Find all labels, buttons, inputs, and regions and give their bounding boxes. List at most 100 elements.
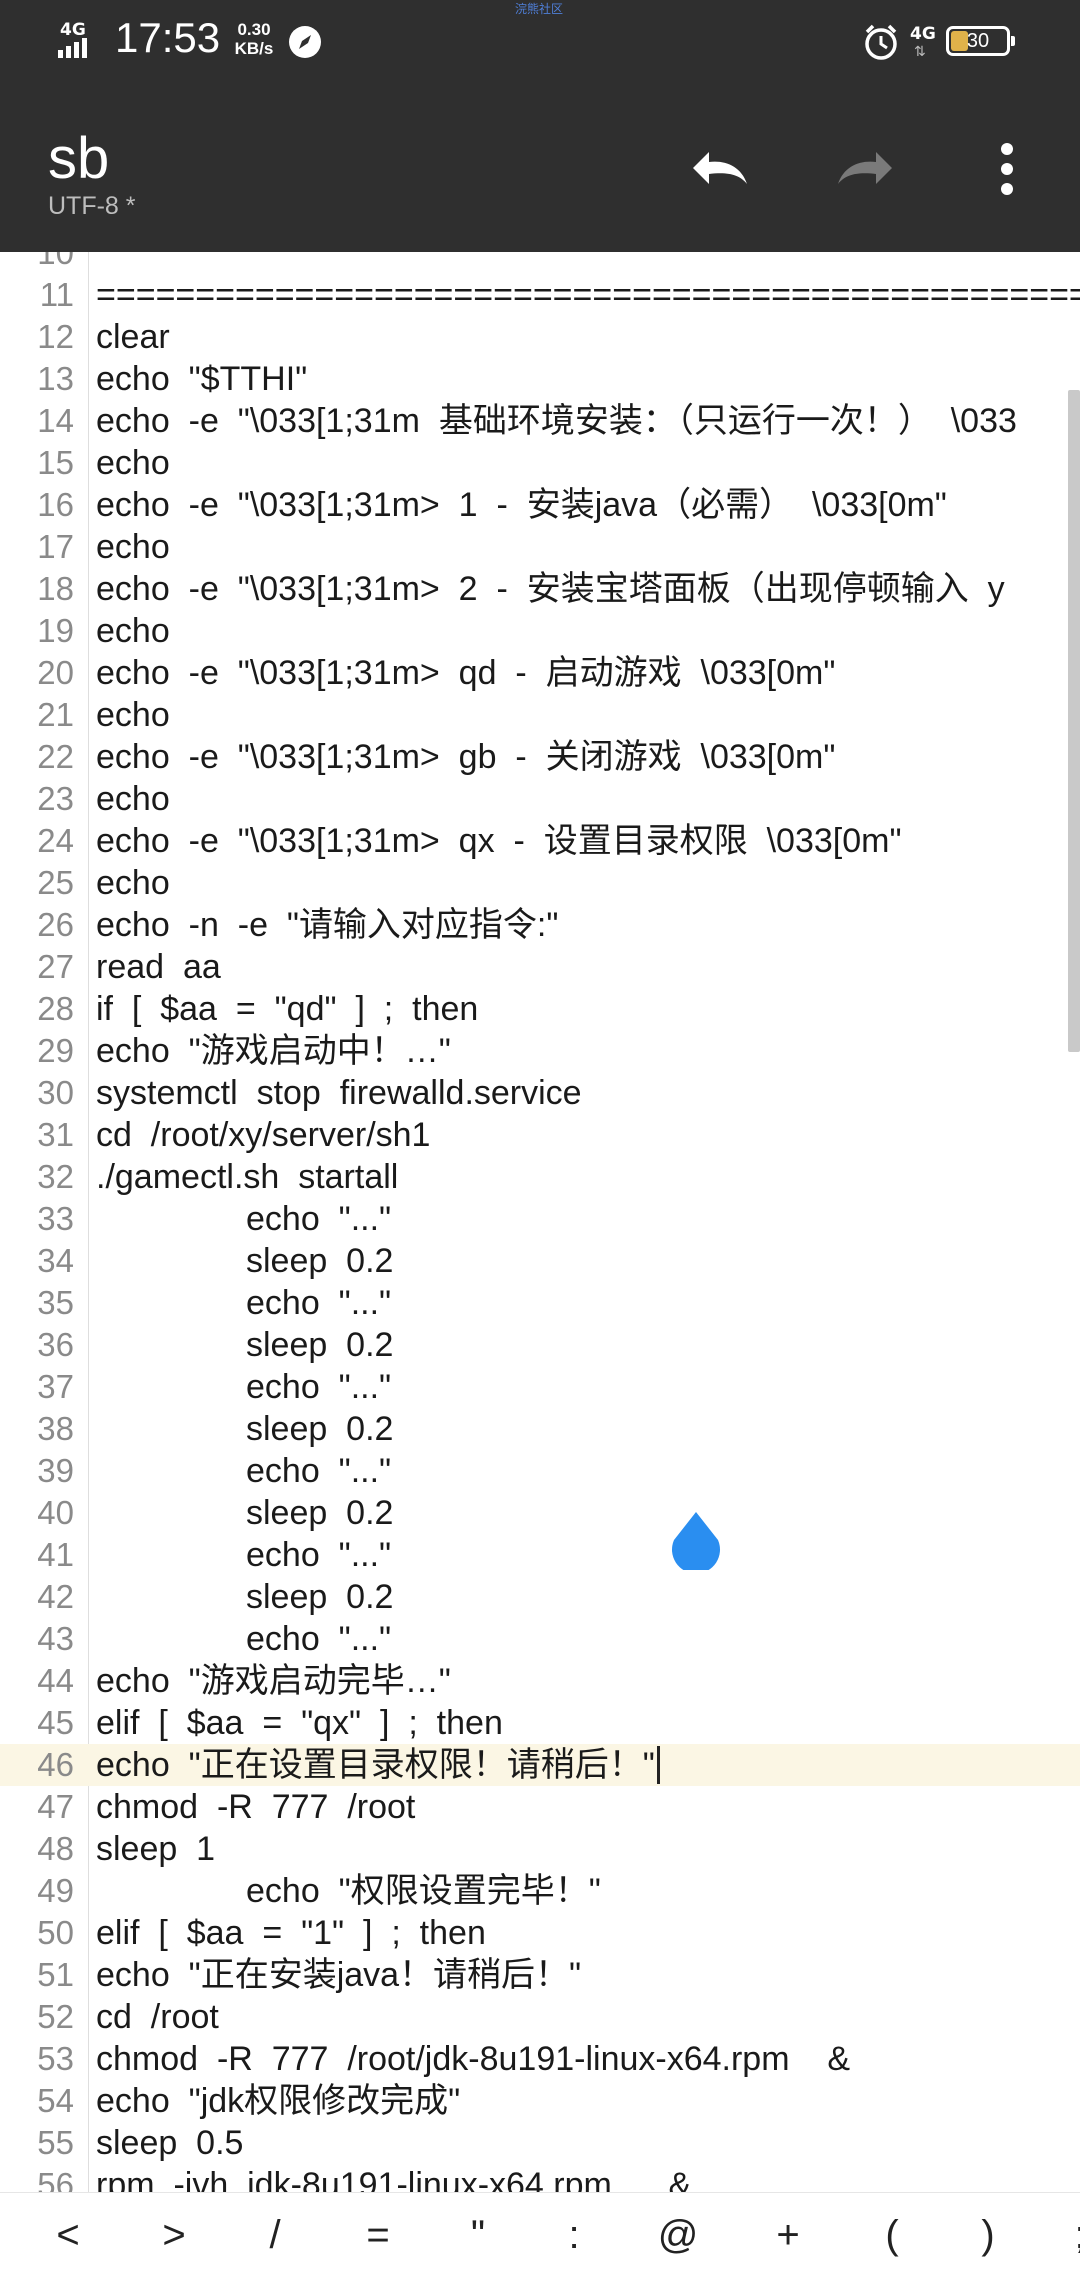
code-line[interactable]: 25 echo — [0, 862, 1080, 904]
code-line[interactable]: 17 echo — [0, 526, 1080, 568]
code-line[interactable]: 36 sleep 0.2 — [0, 1324, 1080, 1366]
line-text: systemctl stop firewalld.service — [96, 1074, 582, 1112]
code-line[interactable]: 29 echo "游戏启动中！…" — [0, 1030, 1080, 1072]
line-text: echo "..." — [246, 1284, 392, 1322]
code-line[interactable]: 47 chmod -R 777 /root — [0, 1786, 1080, 1828]
line-text: echo "jdk权限修改完成" — [96, 2082, 461, 2120]
code-line[interactable]: 24 echo -e "\033[1;31m> qx - 设置目录权限 \033[… — [0, 820, 1080, 862]
code-line[interactable]: 20 echo -e "\033[1;31m> qd - 启动游戏 \033[0m… — [0, 652, 1080, 694]
current-code-line[interactable]: 46 echo "正在设置目录权限！请稍后！" — [0, 1744, 1080, 1786]
code-line[interactable]: 54 echo "jdk权限修改完成" — [0, 2080, 1080, 2122]
line-text: sleep 0.2 — [246, 1326, 394, 1364]
undo-button[interactable] — [675, 124, 765, 214]
code-line[interactable]: 30 systemctl stop firewalld.service — [0, 1072, 1080, 1114]
cellular-signal-icon: 4G — [58, 20, 104, 62]
network-type-right-icon: 4G ⇅ — [908, 24, 942, 60]
code-line[interactable]: 40 sleep 0.2 — [0, 1492, 1080, 1534]
code-line[interactable]: 15 echo — [0, 442, 1080, 484]
file-encoding: UTF-8 * — [48, 192, 136, 220]
code-line[interactable]: 34 sleep 0.2 — [0, 1240, 1080, 1282]
line-number: 11 — [39, 276, 74, 313]
line-text: ========================================… — [96, 276, 1080, 314]
code-line[interactable]: 19 echo — [0, 610, 1080, 652]
code-line[interactable]: 22 echo -e "\033[1;31m> gb - 关闭游戏 \033[0m… — [0, 736, 1080, 778]
line-text: cd /root — [96, 1998, 219, 2036]
network-speed-value: 0.30 — [237, 20, 271, 39]
code-line[interactable]: 33 echo "..." — [0, 1198, 1080, 1240]
line-number: 56 — [37, 2166, 74, 2192]
code-line[interactable]: 51 echo "正在安装java！请稍后！" — [0, 1954, 1080, 1996]
symbol-key[interactable]: = — [343, 2193, 413, 2280]
code-line[interactable]: 50 elif [ $aa = "1" ] ; then — [0, 1912, 1080, 1954]
symbol-key[interactable]: " — [443, 2193, 513, 2280]
code-line[interactable]: 11 ======================================… — [0, 274, 1080, 316]
code-line[interactable]: 13 echo "$TTHI" — [0, 358, 1080, 400]
line-text: echo — [96, 696, 170, 734]
line-number: 47 — [37, 1788, 74, 1825]
line-text: echo "$TTHI" — [96, 360, 308, 398]
code-line[interactable]: 37 echo "..." — [0, 1366, 1080, 1408]
code-line[interactable]: 21 echo — [0, 694, 1080, 736]
code-line[interactable]: 10 — [0, 252, 1080, 274]
code-line[interactable]: 42 sleep 0.2 — [0, 1576, 1080, 1618]
line-number: 44 — [37, 1662, 74, 1699]
code-line[interactable]: 55 sleep 0.5 — [0, 2122, 1080, 2164]
symbol-key[interactable]: / — [240, 2193, 310, 2280]
line-number: 52 — [37, 1998, 74, 2035]
code-line[interactable]: 23 echo — [0, 778, 1080, 820]
code-line[interactable]: 32 ./gamectl.sh startall — [0, 1156, 1080, 1198]
code-line[interactable]: 26 echo -n -e "请输入对应指令:" — [0, 904, 1080, 946]
code-line[interactable]: 35 echo "..." — [0, 1282, 1080, 1324]
line-text: read aa — [96, 948, 221, 986]
line-number: 21 — [37, 696, 74, 733]
code-line[interactable]: 44 echo "游戏启动完毕…" — [0, 1660, 1080, 1702]
line-text: sleep 0.2 — [246, 1578, 394, 1616]
code-editor[interactable]: 10 11 ====================================… — [0, 252, 1080, 2192]
symbol-key[interactable]: ; — [1045, 2193, 1080, 2280]
vertical-scrollbar[interactable] — [1068, 390, 1080, 1052]
code-line[interactable]: 49 echo "权限设置完毕！" — [0, 1870, 1080, 1912]
line-text: echo -n -e "请输入对应指令:" — [96, 906, 559, 944]
symbol-key[interactable]: ( — [857, 2193, 927, 2280]
symbol-key[interactable]: @ — [643, 2193, 713, 2280]
symbol-key[interactable]: : — [539, 2193, 609, 2280]
redo-button[interactable] — [820, 124, 910, 214]
symbol-key[interactable]: < — [33, 2193, 103, 2280]
line-number: 48 — [37, 1830, 74, 1867]
code-line[interactable]: 53 chmod -R 777 /root/jdk-8u191-linux-x64… — [0, 2038, 1080, 2080]
code-line[interactable]: 18 echo -e "\033[1;31m> 2 - 安装宝塔面板（出现停顿输入… — [0, 568, 1080, 610]
text-cursor-handle[interactable] — [666, 1510, 726, 1574]
symbol-key[interactable]: + — [753, 2193, 823, 2280]
line-number: 38 — [37, 1410, 74, 1447]
line-text: sleep 1 — [96, 1830, 216, 1868]
code-line[interactable]: 14 echo -e "\033[1;31m 基础环境安装：（只运行一次！） \0… — [0, 400, 1080, 442]
code-line[interactable]: 28 if [ $aa = "qd" ] ; then — [0, 988, 1080, 1030]
line-text: echo -e "\033[1;31m> qd - 启动游戏 \033[0m" — [96, 654, 836, 692]
line-number: 32 — [37, 1158, 74, 1195]
line-text: if [ $aa = "qd" ] ; then — [96, 990, 479, 1028]
network-type-right: 4G — [910, 24, 936, 44]
symbol-key[interactable]: ) — [953, 2193, 1023, 2280]
code-line[interactable]: 52 cd /root — [0, 1996, 1080, 2038]
code-line[interactable]: 41 echo "..." — [0, 1534, 1080, 1576]
text-caret — [657, 1746, 660, 1784]
line-number: 45 — [37, 1704, 74, 1741]
line-text: rpm -ivh jdk-8u191-linux-x64.rpm & — [96, 2166, 692, 2192]
code-line[interactable]: 16 echo -e "\033[1;31m> 1 - 安装java（必需） \0… — [0, 484, 1080, 526]
code-line[interactable]: 31 cd /root/xy/server/sh1 — [0, 1114, 1080, 1156]
code-line[interactable]: 45 elif [ $aa = "qx" ] ; then — [0, 1702, 1080, 1744]
code-line[interactable]: 43 echo "..." — [0, 1618, 1080, 1660]
line-text: echo "正在安装java！请稍后！" — [96, 1956, 582, 1994]
code-line[interactable]: 38 sleep 0.2 — [0, 1408, 1080, 1450]
more-options-button[interactable] — [962, 124, 1052, 214]
code-line[interactable]: 39 echo "..." — [0, 1450, 1080, 1492]
code-line[interactable]: 48 sleep 1 — [0, 1828, 1080, 1870]
code-line[interactable]: 27 read aa — [0, 946, 1080, 988]
data-arrows-icon: ⇅ — [914, 44, 926, 60]
code-line[interactable]: 12 clear — [0, 316, 1080, 358]
symbol-key[interactable]: > — [139, 2193, 209, 2280]
line-text: echo -e "\033[1;31m> 2 - 安装宝塔面板（出现停顿输入 y — [96, 570, 1005, 608]
line-number: 19 — [37, 612, 74, 649]
code-line[interactable]: 56 rpm -ivh jdk-8u191-linux-x64.rpm & — [0, 2164, 1080, 2192]
file-name: sb — [48, 126, 110, 191]
